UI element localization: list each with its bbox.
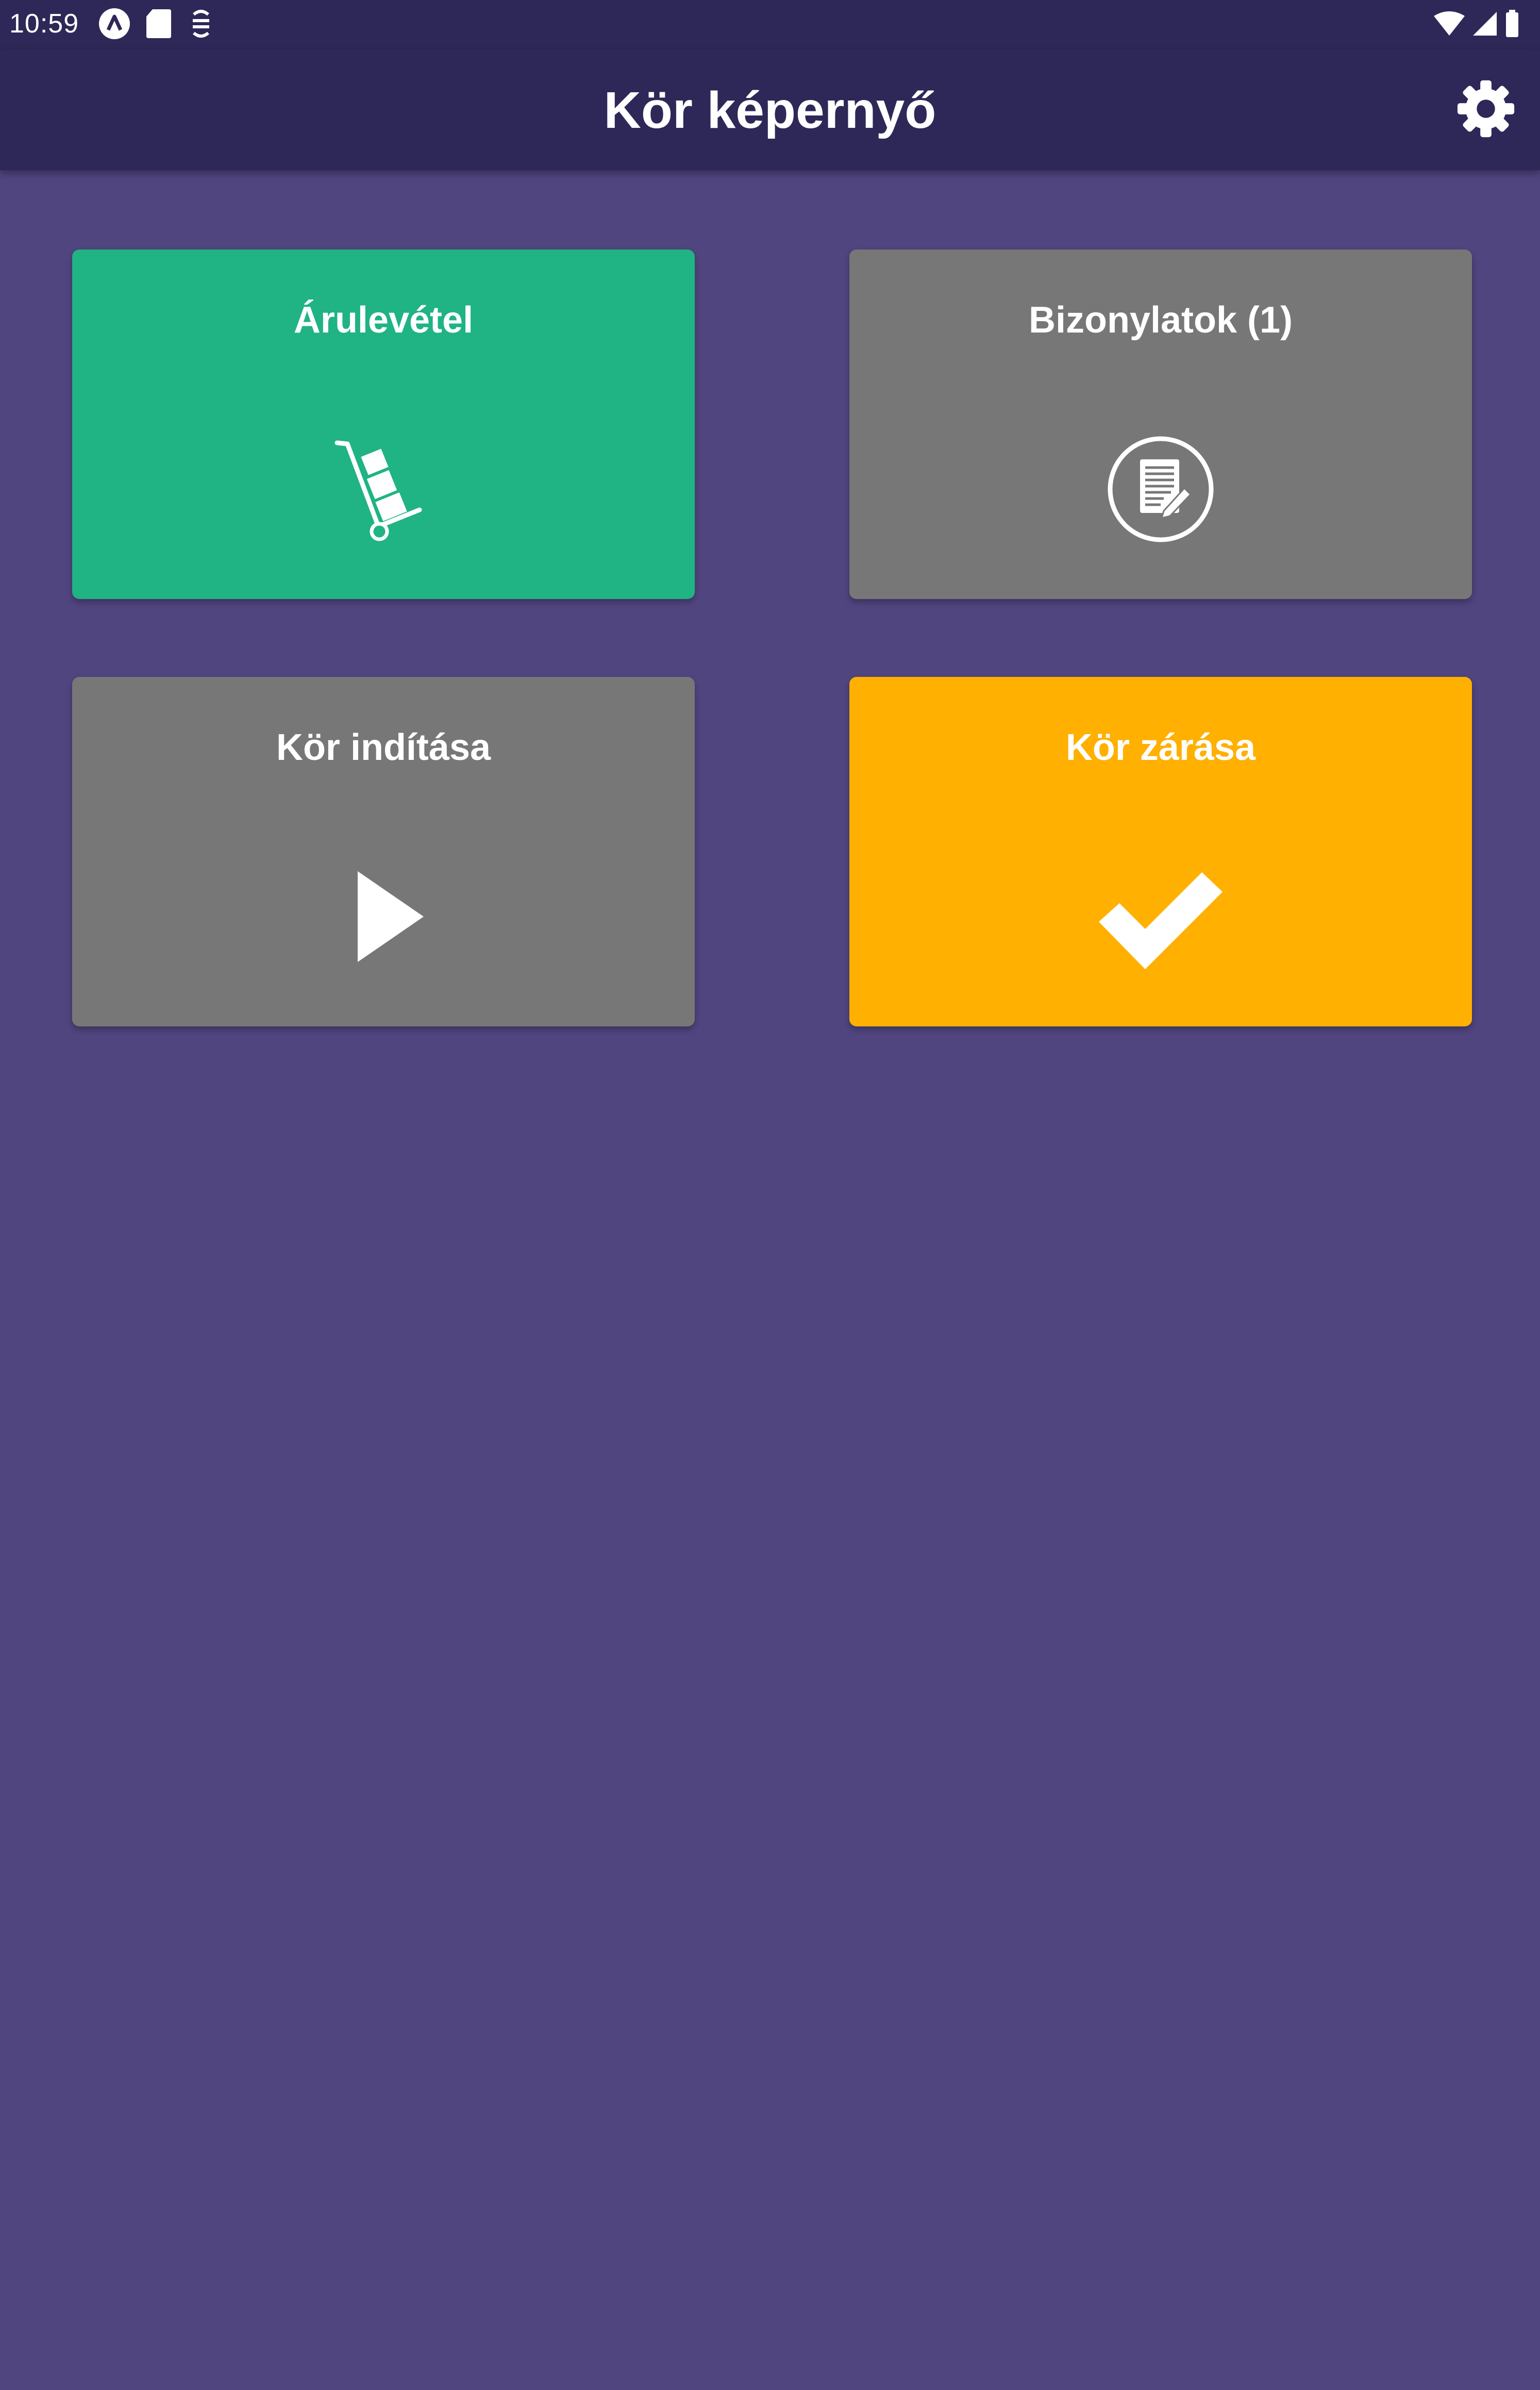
checkmark-icon xyxy=(1099,872,1223,969)
document-edit-icon xyxy=(1108,436,1214,542)
tile-label: Kör zárása xyxy=(1065,727,1256,768)
cloud-sync-icon xyxy=(193,10,209,38)
cell-signal-icon xyxy=(1473,12,1497,36)
tile-label: Kör indítása xyxy=(276,727,491,768)
hand-truck-icon xyxy=(334,440,422,541)
app-bar: Kör képernyő xyxy=(0,49,1540,170)
gear-icon xyxy=(1457,80,1515,138)
tile-bizonylatok[interactable]: Bizonylatok (1) xyxy=(849,250,1472,599)
app-notification-icon xyxy=(99,8,130,39)
tile-label: Árulevétel xyxy=(293,300,474,341)
play-icon xyxy=(358,871,424,962)
page-title: Kör képernyő xyxy=(604,81,936,139)
battery-icon xyxy=(1506,10,1518,37)
tile-label: Bizonylatok (1) xyxy=(1028,300,1293,341)
tile-kor-inditasa[interactable]: Kör indítása xyxy=(72,677,695,1026)
wifi-icon xyxy=(1434,11,1465,36)
sd-card-icon xyxy=(146,9,171,38)
notification-icons xyxy=(98,6,215,41)
tile-arulevetel[interactable]: Árulevétel xyxy=(72,250,695,599)
status-bar: 10:59 xyxy=(0,0,1540,49)
system-icons xyxy=(1434,6,1519,41)
settings-button[interactable] xyxy=(1452,75,1519,142)
status-time: 10:59 xyxy=(9,9,79,39)
tile-kor-zarasa[interactable]: Kör zárása xyxy=(849,677,1472,1026)
